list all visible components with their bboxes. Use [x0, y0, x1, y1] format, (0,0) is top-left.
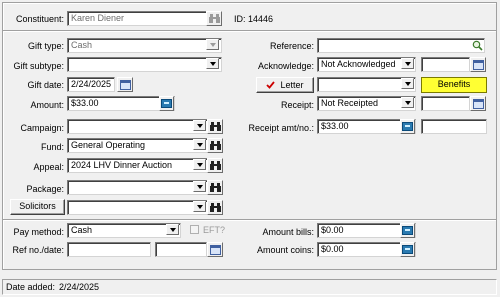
constituent-search-button[interactable]	[206, 11, 222, 26]
campaign-chevron-down-icon[interactable]	[193, 120, 206, 131]
solicitors-chevron-down-icon[interactable]	[193, 201, 206, 212]
ref-no-label: Ref no./date:	[12, 245, 64, 255]
binoculars-icon	[208, 14, 220, 23]
gift-subtype-label: Gift subtype:	[13, 61, 64, 71]
header-separator	[3, 30, 496, 31]
fund-select[interactable]: General Operating	[67, 138, 208, 153]
gift-date-calendar-button[interactable]	[117, 77, 133, 92]
acknowledge-label: Acknowledge:	[257, 61, 314, 71]
reference-label: Reference:	[269, 41, 314, 51]
package-search-button[interactable]	[207, 180, 223, 195]
package-label: Package:	[26, 184, 64, 194]
receipt-amt-calculator-button[interactable]	[400, 119, 415, 134]
solicitors-select[interactable]	[67, 200, 208, 215]
pay-method-label: Pay method:	[13, 227, 64, 237]
ref-no-field[interactable]	[67, 242, 151, 257]
fund-label: Fund:	[40, 142, 64, 152]
acknowledge-chevron-down-icon[interactable]	[401, 58, 414, 69]
calculator-icon	[402, 226, 413, 235]
calendar-icon	[472, 98, 484, 109]
constituent-field[interactable]: Karen Diener	[67, 11, 207, 26]
appeal-search-button[interactable]	[207, 158, 223, 173]
campaign-label: Campaign:	[20, 123, 64, 133]
search-icon	[472, 40, 483, 51]
id-label: ID:	[234, 14, 246, 24]
acknowledge-date-field[interactable]	[421, 57, 470, 72]
ref-date-calendar-button[interactable]	[207, 242, 223, 257]
binoculars-icon	[209, 203, 221, 212]
solicitors-search-button[interactable]	[207, 200, 223, 215]
receipt-label: Receipt:	[280, 100, 314, 110]
receipt-amt-label: Receipt amt/no.:	[248, 123, 314, 133]
campaign-search-button[interactable]	[207, 119, 223, 134]
binoculars-icon	[209, 141, 221, 150]
receipt-date-calendar-button[interactable]	[470, 96, 486, 111]
calendar-icon	[209, 244, 221, 255]
benefits-button[interactable]: Benefits	[421, 77, 487, 93]
appeal-select[interactable]: 2024 LHV Dinner Auction	[67, 158, 208, 173]
package-chevron-down-icon[interactable]	[193, 181, 206, 192]
package-select[interactable]	[67, 180, 208, 195]
ref-date-field[interactable]	[155, 242, 207, 257]
gift-type-select[interactable]: Cash	[67, 38, 222, 53]
constituent-label: Constituent:	[15, 14, 64, 24]
binoculars-icon	[209, 122, 221, 131]
binoculars-icon	[209, 161, 221, 170]
gift-type-label: Gift type:	[27, 41, 64, 51]
gift-type-chevron-down-icon	[206, 39, 219, 50]
letter-button-label: Letter	[280, 79, 304, 90]
amount-calculator-button[interactable]	[159, 96, 174, 111]
calendar-icon	[119, 79, 131, 90]
amount-bills-calculator-button[interactable]	[400, 223, 415, 238]
eft-checkbox[interactable]	[190, 225, 199, 234]
reference-field[interactable]	[317, 38, 485, 53]
pay-method-select[interactable]: Cash	[67, 223, 181, 238]
acknowledge-date-calendar-button[interactable]	[470, 57, 486, 72]
letter-chevron-down-icon[interactable]	[401, 78, 414, 89]
gift-date-field[interactable]: 2/24/2025	[67, 77, 115, 92]
receipt-date-field[interactable]	[421, 96, 470, 111]
calculator-icon	[402, 245, 413, 254]
gift-subtype-chevron-down-icon[interactable]	[206, 58, 219, 69]
date-added-value: 2/24/2025	[59, 282, 100, 292]
date-added-label: Date added:	[6, 282, 56, 292]
receipt-chevron-down-icon[interactable]	[401, 97, 414, 108]
fund-search-button[interactable]	[207, 138, 223, 153]
amount-bills-label: Amount bills:	[262, 227, 314, 237]
calendar-icon	[472, 59, 484, 70]
payment-separator	[3, 219, 496, 220]
calculator-icon	[161, 99, 172, 108]
letter-button[interactable]: Letter	[256, 77, 314, 93]
amount-coins-label: Amount coins:	[256, 245, 314, 255]
eft-label: EFT?	[203, 225, 226, 235]
checkmark-icon	[266, 81, 276, 89]
gift-date-label: Gift date:	[27, 80, 64, 90]
appeal-chevron-down-icon[interactable]	[193, 159, 206, 170]
reference-search-button[interactable]	[470, 39, 484, 52]
receipt-no-field[interactable]	[421, 119, 487, 134]
status-bar: Date added: 2/24/2025	[2, 279, 497, 295]
gift-subtype-select[interactable]	[67, 57, 222, 72]
amount-coins-calculator-button[interactable]	[400, 242, 415, 257]
calculator-icon	[402, 122, 413, 131]
id-value: 14446	[248, 14, 274, 24]
fund-chevron-down-icon[interactable]	[193, 139, 206, 150]
solicitors-button[interactable]: Solicitors	[10, 199, 65, 215]
amount-label: Amount:	[30, 100, 64, 110]
campaign-select[interactable]	[67, 119, 208, 134]
pay-method-chevron-down-icon[interactable]	[166, 224, 179, 235]
appeal-label: Appeal:	[33, 162, 64, 172]
binoculars-icon	[209, 183, 221, 192]
